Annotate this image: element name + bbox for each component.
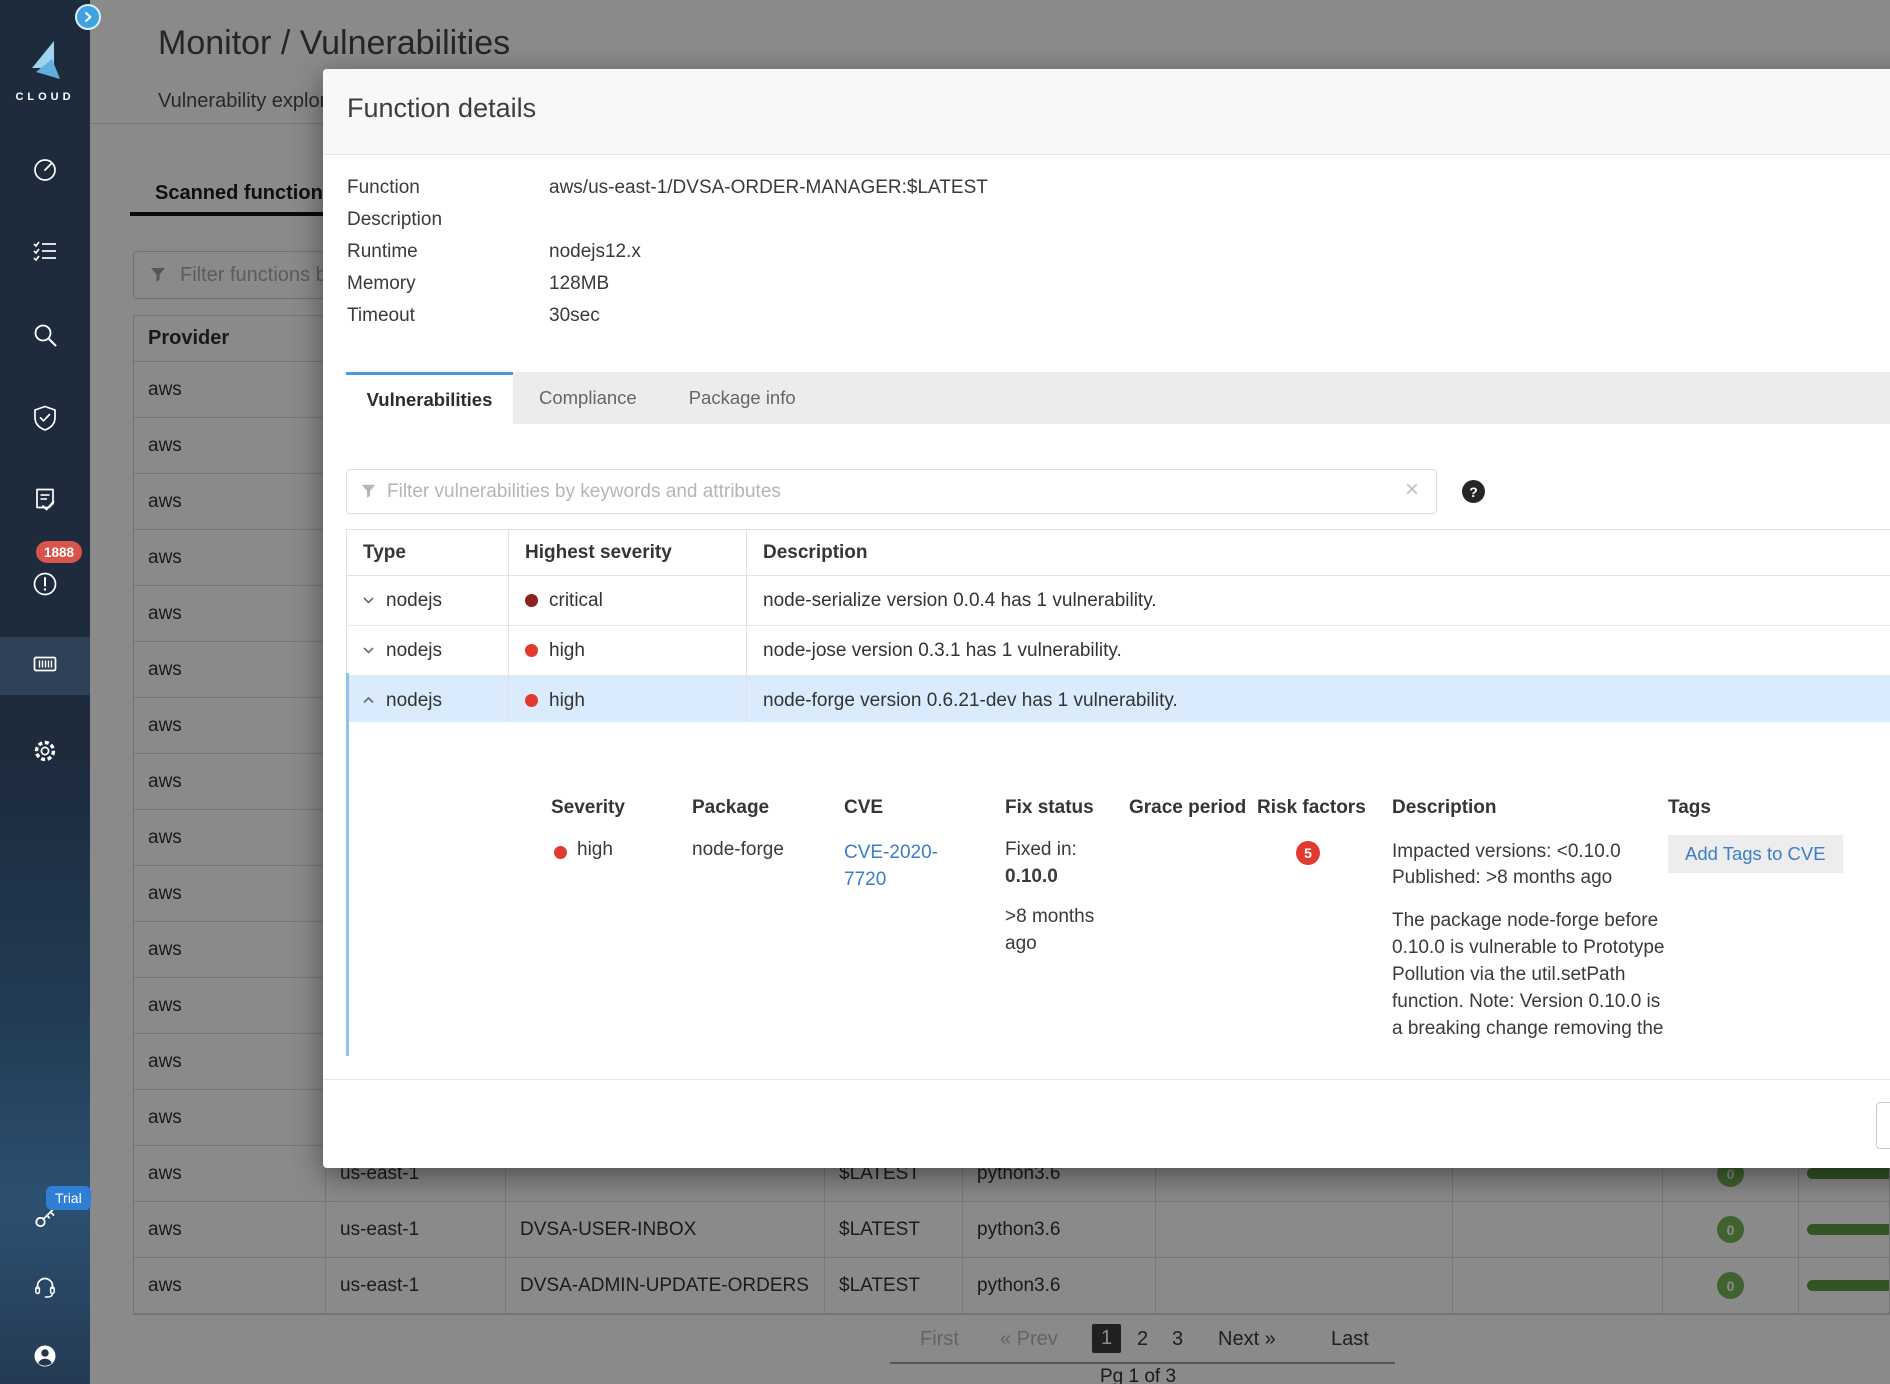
add-tags-button[interactable]: Add Tags to CVE	[1668, 835, 1843, 873]
cve-link[interactable]: CVE-2020- 7720	[844, 839, 938, 893]
sidebar-expand-button[interactable]	[75, 4, 101, 30]
vuln-row[interactable]: nodejs critical node-serialize version 0…	[347, 576, 1890, 626]
trial-badge: Trial	[46, 1186, 91, 1210]
clear-filter-icon[interactable]: ×	[1405, 476, 1419, 504]
detail-severity: high	[577, 839, 613, 861]
severity-dot-high	[525, 694, 538, 707]
logo-text: CLOUD	[0, 91, 90, 103]
vuln-row[interactable]: nodejs high node-jose version 0.3.1 has …	[347, 626, 1890, 676]
account-avatar-icon[interactable]	[30, 1341, 60, 1371]
sidebar: CLOUD 1888	[0, 0, 90, 1384]
modal-header: Function details	[323, 69, 1890, 155]
chevron-down-icon[interactable]	[363, 597, 374, 604]
vuln-row-expanded[interactable]: nodejs high node-forge version 0.6.21-de…	[347, 676, 1890, 726]
logo-icon	[22, 38, 68, 82]
col-description: Description	[747, 530, 1890, 575]
detail-col-cve: CVE	[844, 797, 883, 819]
shield-check-icon[interactable]	[30, 403, 60, 433]
field-value: nodejs12.x	[549, 241, 641, 263]
detail-col-grace-period: Grace period	[1129, 797, 1246, 819]
fix-age: ago	[1005, 933, 1037, 955]
modal-tabs: Vulnerabilities Compliance Package info	[346, 372, 1890, 424]
footer-close-button[interactable]	[1876, 1102, 1890, 1149]
alerts-icon[interactable]	[30, 569, 60, 599]
support-headset-icon[interactable]	[30, 1272, 60, 1302]
col-type: Type	[347, 530, 509, 575]
detail-col-tags: Tags	[1668, 797, 1711, 819]
fix-status-label: Fixed in:	[1005, 839, 1077, 861]
tab-vulnerabilities[interactable]: Vulnerabilities	[346, 372, 513, 424]
search-icon[interactable]	[30, 320, 60, 350]
alerts-count-badge: 1888	[36, 541, 82, 563]
severity-dot-high	[525, 644, 538, 657]
risk-factors-badge[interactable]: 5	[1296, 841, 1320, 865]
detail-col-fix-status: Fix status	[1005, 797, 1094, 819]
tab-compliance[interactable]: Compliance	[513, 372, 663, 424]
fix-age: >8 months	[1005, 906, 1094, 928]
tab-package-info[interactable]: Package info	[663, 372, 822, 424]
fix-version: 0.10.0	[1005, 866, 1058, 888]
field-label: Timeout	[347, 305, 549, 327]
function-fields: Functionaws/us-east-1/DVSA-ORDER-MANAGER…	[347, 172, 988, 332]
cve-detail-panel: Severity Package CVE Fix status Grace pe…	[346, 722, 1890, 1062]
detail-col-package: Package	[692, 797, 769, 819]
cve-description: The package node-forge before 0.10.0 is …	[1392, 907, 1674, 1042]
chevron-right-icon	[82, 11, 94, 23]
function-details-modal: Function details Functionaws/us-east-1/D…	[323, 69, 1890, 1168]
modal-footer	[323, 1079, 1890, 1169]
app-window: Monitor / Vulnerabilities Vulnerability …	[0, 0, 1890, 1384]
field-label: Description	[347, 209, 549, 231]
field-value: 30sec	[549, 305, 600, 327]
chevron-down-icon[interactable]	[363, 647, 374, 654]
cve-impact-lines: Impacted versions: <0.10.0 Published: >8…	[1392, 839, 1670, 891]
severity-dot-high	[554, 846, 567, 859]
detail-col-severity: Severity	[551, 797, 625, 819]
report-check-icon[interactable]	[30, 485, 60, 515]
dashboard-icon[interactable]	[30, 155, 60, 185]
vulnerabilities-table: Type Highest severity Description nodejs…	[346, 529, 1890, 727]
severity-dot-critical	[525, 594, 538, 607]
expanded-row-accent	[346, 673, 349, 1056]
field-value: aws/us-east-1/DVSA-ORDER-MANAGER:$LATEST	[549, 177, 988, 199]
settings-gear-icon[interactable]	[30, 736, 60, 766]
field-label: Function	[347, 177, 549, 199]
col-highest-severity: Highest severity	[509, 530, 747, 575]
detail-col-risk-factors: Risk factors	[1257, 797, 1366, 819]
chevron-up-icon[interactable]	[363, 697, 374, 704]
help-icon[interactable]: ?	[1462, 480, 1485, 503]
containers-icon[interactable]	[30, 649, 60, 679]
detail-package: node-forge	[692, 839, 784, 861]
field-label: Memory	[347, 273, 549, 295]
field-value: 128MB	[549, 273, 609, 295]
vulnerabilities-filter-input[interactable]	[346, 469, 1437, 514]
vuln-table-header: Type Highest severity Description	[347, 530, 1890, 576]
app-logo[interactable]: CLOUD	[0, 38, 90, 103]
modal-title: Function details	[347, 93, 536, 124]
checklist-icon[interactable]	[30, 236, 60, 266]
field-label: Runtime	[347, 241, 549, 263]
detail-col-description: Description	[1392, 797, 1497, 819]
